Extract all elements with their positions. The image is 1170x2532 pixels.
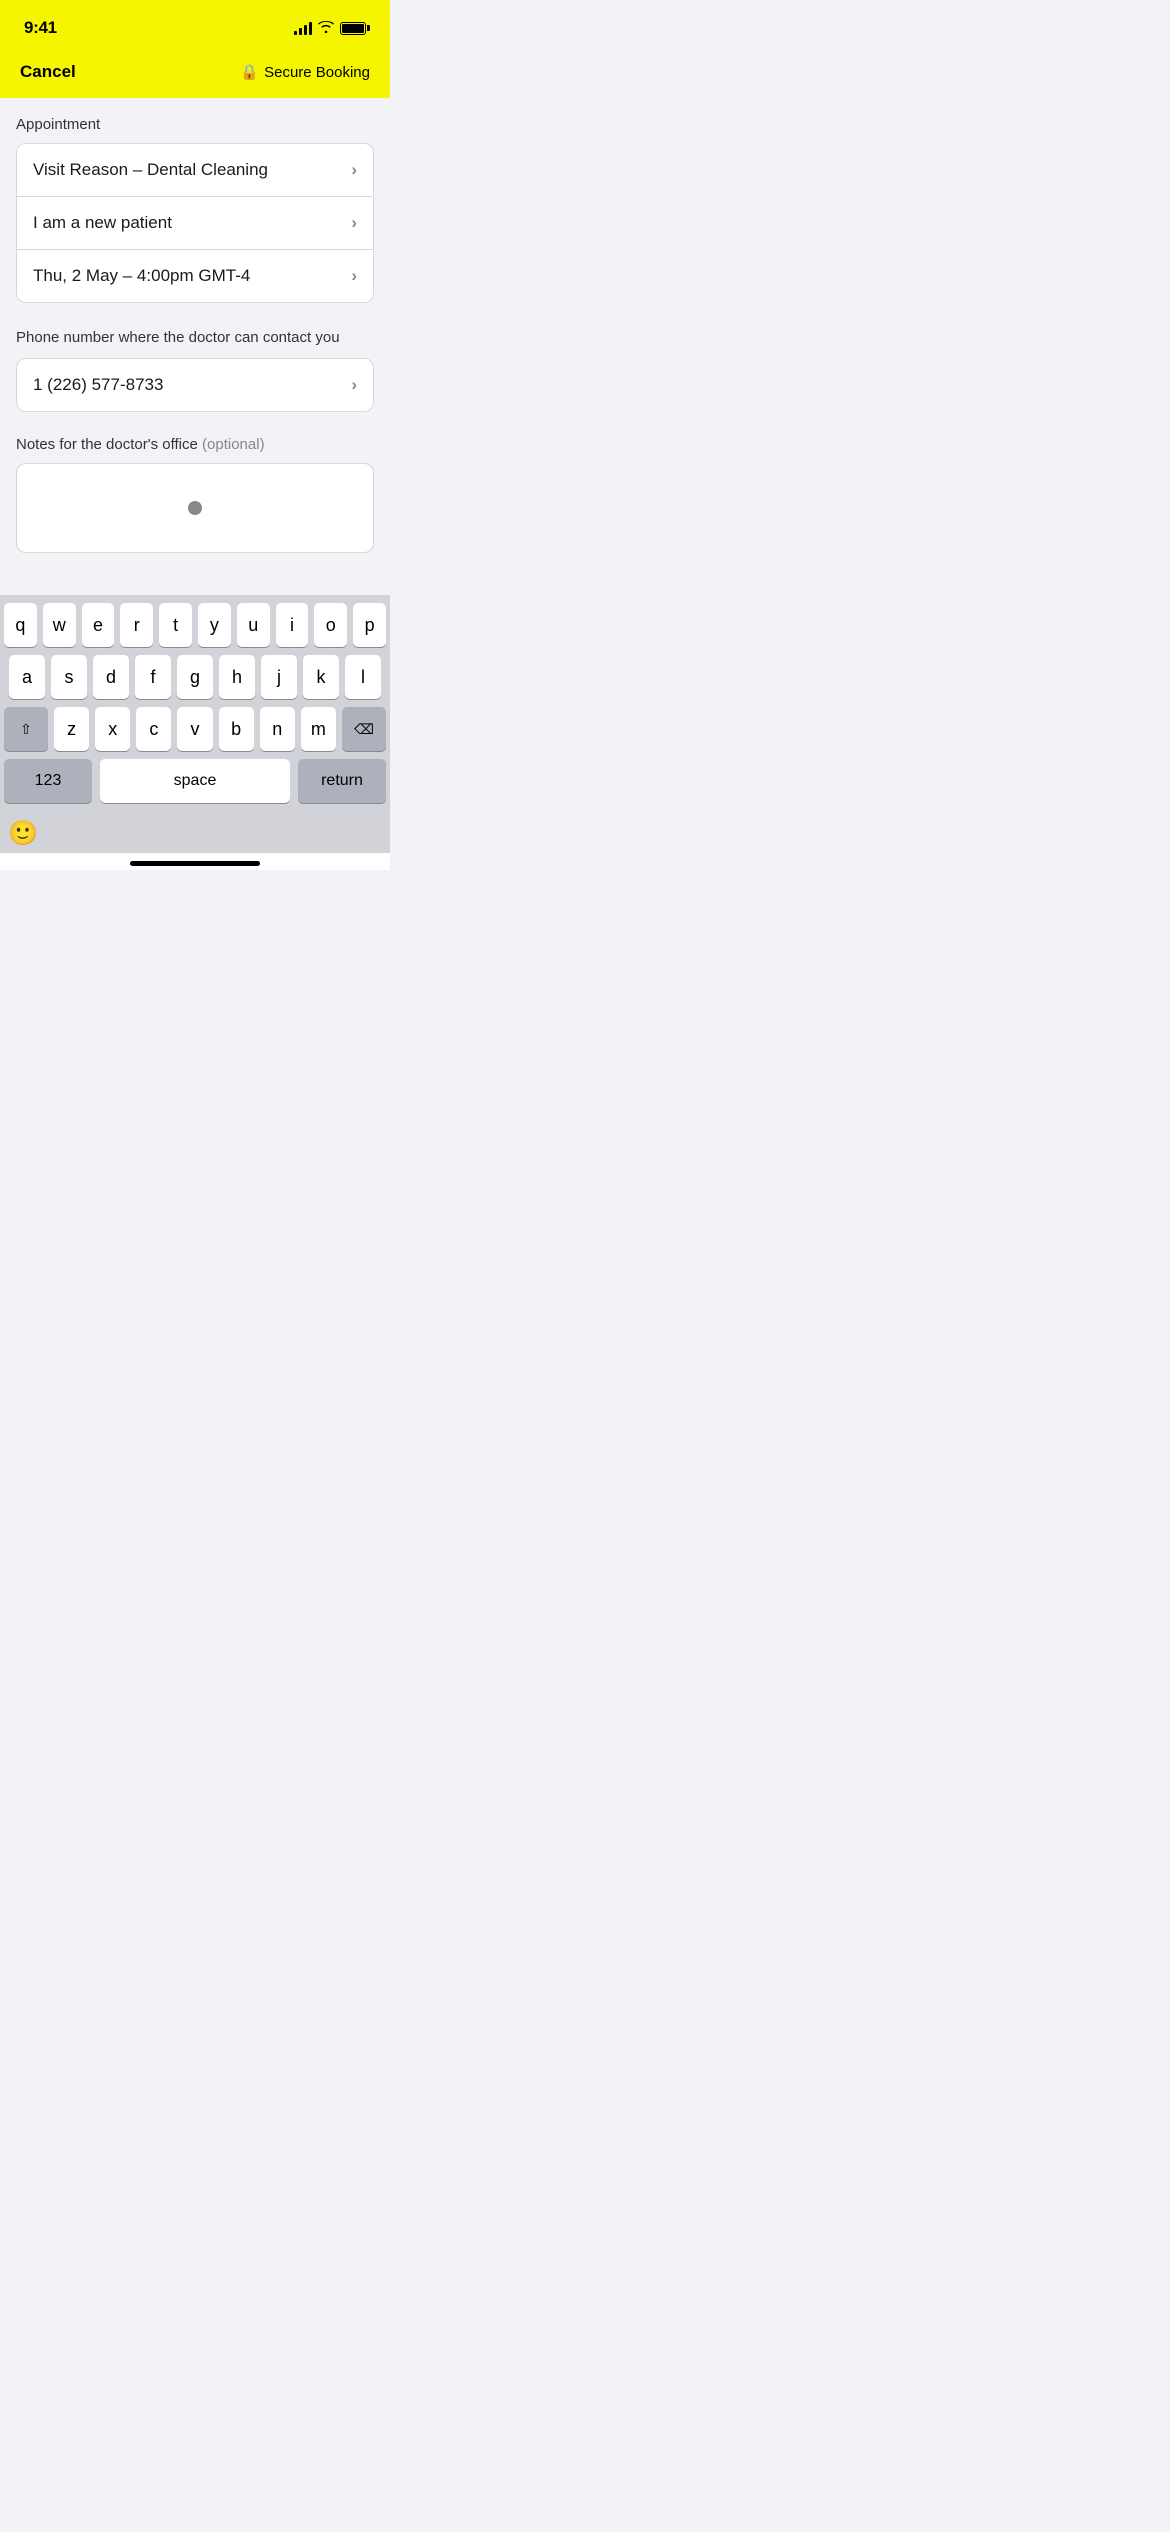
battery-icon [340,22,366,35]
key-o[interactable]: o [314,603,347,647]
key-b[interactable]: b [219,707,254,751]
delete-key[interactable]: ⌫ [342,707,386,751]
key-l[interactable]: l [345,655,381,699]
key-g[interactable]: g [177,655,213,699]
keyboard-row-2: a s d f g h j k l [4,655,386,699]
patient-type-item[interactable]: I am a new patient › [17,196,373,249]
keyboard-row-1: q w e r t y u i o p [4,603,386,647]
cancel-button[interactable]: Cancel [20,62,76,82]
return-key[interactable]: return [298,759,386,803]
key-a[interactable]: a [9,655,45,699]
content-area: Appointment Visit Reason – Dental Cleani… [0,98,390,595]
keyboard-accessory-bar: 🙂 [0,811,390,853]
chevron-icon-phone: › [351,375,357,395]
phone-number-container: 1 (226) 577-8733 › [16,358,374,412]
notes-optional-label: (optional) [202,436,265,453]
chevron-icon-0: › [351,160,357,180]
appointment-time-item[interactable]: Thu, 2 May – 4:00pm GMT-4 › [17,249,373,302]
key-p[interactable]: p [353,603,386,647]
wifi-icon [318,21,334,36]
key-t[interactable]: t [159,603,192,647]
visit-reason-item[interactable]: Visit Reason – Dental Cleaning › [17,144,373,196]
key-y[interactable]: y [198,603,231,647]
key-s[interactable]: s [51,655,87,699]
key-z[interactable]: z [54,707,89,751]
shift-key[interactable]: ⇧ [4,707,48,751]
key-d[interactable]: d [93,655,129,699]
key-j[interactable]: j [261,655,297,699]
home-indicator [130,861,260,866]
key-m[interactable]: m [301,707,336,751]
chevron-icon-2: › [351,266,357,286]
phone-number-text: 1 (226) 577-8733 [33,375,163,395]
space-key[interactable]: space [100,759,290,803]
chevron-icon-1: › [351,213,357,233]
key-c[interactable]: c [136,707,171,751]
key-e[interactable]: e [82,603,115,647]
key-i[interactable]: i [276,603,309,647]
phone-number-item[interactable]: 1 (226) 577-8733 › [17,359,373,411]
nav-bar: Cancel 🔒 Secure Booking [0,52,390,98]
keyboard: q w e r t y u i o p a s d f g h j k l ⇧ … [0,595,390,811]
appointment-time-text: Thu, 2 May – 4:00pm GMT-4 [33,266,250,286]
keyboard-row-3: ⇧ z x c v b n m ⌫ [4,707,386,751]
phone-label: Phone number where the doctor can contac… [16,327,374,348]
key-n[interactable]: n [260,707,295,751]
keyboard-row-4: 123 space return [4,759,386,803]
key-r[interactable]: r [120,603,153,647]
notes-section: Notes for the doctor's office (optional) [16,436,374,553]
signal-icon [294,21,312,35]
status-time: 9:41 [24,18,57,38]
key-u[interactable]: u [237,603,270,647]
status-bar: 9:41 [0,0,390,52]
notes-label: Notes for the doctor's office (optional) [16,436,374,453]
text-cursor [188,501,202,515]
patient-type-text: I am a new patient [33,213,172,233]
notes-input[interactable] [16,463,374,553]
home-bar-wrapper [0,853,390,870]
appointment-list: Visit Reason – Dental Cleaning › I am a … [16,143,374,303]
status-icons [294,21,366,36]
appointment-section-label: Appointment [16,116,374,133]
lock-icon: 🔒 [240,63,259,81]
key-q[interactable]: q [4,603,37,647]
key-f[interactable]: f [135,655,171,699]
key-w[interactable]: w [43,603,76,647]
visit-reason-text: Visit Reason – Dental Cleaning [33,160,268,180]
key-v[interactable]: v [177,707,212,751]
key-x[interactable]: x [95,707,130,751]
key-k[interactable]: k [303,655,339,699]
phone-section: Phone number where the doctor can contac… [16,327,374,412]
key-h[interactable]: h [219,655,255,699]
number-key[interactable]: 123 [4,759,92,803]
emoji-button[interactable]: 🙂 [8,819,38,848]
secure-booking-label: 🔒 Secure Booking [240,63,370,81]
